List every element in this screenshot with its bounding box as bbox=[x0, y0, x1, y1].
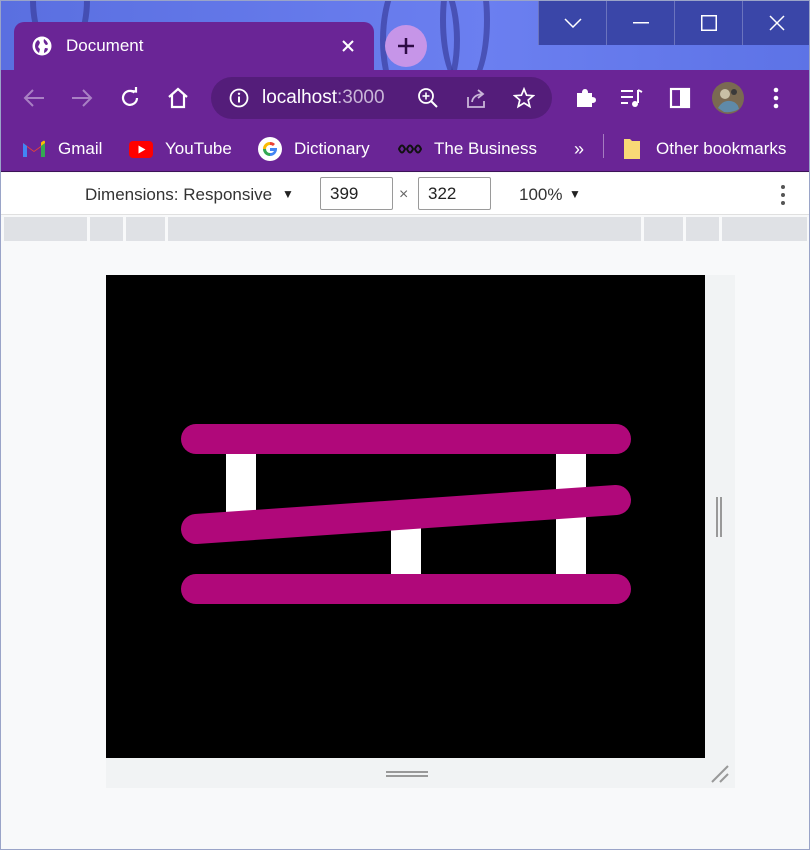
media-query-divider bbox=[683, 217, 686, 241]
profile-avatar[interactable] bbox=[712, 82, 744, 114]
page-viewport bbox=[106, 275, 705, 758]
bookmark-label: The Business bbox=[434, 139, 537, 158]
url-port: :3000 bbox=[337, 87, 385, 108]
bookmark-label: Gmail bbox=[58, 139, 103, 158]
more-vertical-icon bbox=[773, 87, 779, 109]
google-icon bbox=[258, 137, 282, 161]
info-icon[interactable] bbox=[229, 88, 249, 108]
media-query-divider bbox=[87, 217, 90, 241]
bookmark-the-business[interactable]: The Business bbox=[398, 136, 537, 162]
window-controls bbox=[538, 0, 810, 45]
close-window-button[interactable] bbox=[742, 0, 810, 45]
tab-search-button[interactable] bbox=[538, 0, 606, 45]
minimize-button[interactable] bbox=[606, 0, 674, 45]
wallpaper-decoration bbox=[440, 0, 490, 70]
forward-button[interactable] bbox=[68, 84, 96, 112]
caret-down-icon[interactable]: ▼ bbox=[569, 187, 581, 201]
dimension-separator: × bbox=[399, 186, 409, 203]
extensions-button[interactable] bbox=[571, 84, 599, 112]
media-query-divider bbox=[165, 217, 168, 241]
back-button[interactable] bbox=[20, 84, 48, 112]
media-query-divider bbox=[719, 217, 722, 241]
height-input[interactable] bbox=[418, 177, 491, 210]
resize-corner-handle[interactable] bbox=[709, 763, 729, 783]
bookmark-label: Dictionary bbox=[294, 139, 370, 158]
close-icon bbox=[768, 14, 785, 31]
star-icon[interactable] bbox=[513, 87, 535, 109]
minimize-icon bbox=[632, 21, 649, 23]
browser-menu-button[interactable] bbox=[762, 84, 790, 112]
media-query-divider bbox=[641, 217, 644, 241]
share-icon[interactable] bbox=[465, 87, 487, 109]
dimensions-select[interactable]: Dimensions: Responsive bbox=[85, 185, 272, 205]
address-bar[interactable]: localhost:3000 bbox=[211, 77, 552, 119]
browser-tab[interactable]: Document bbox=[14, 22, 374, 70]
url-text[interactable]: localhost:3000 bbox=[262, 87, 385, 109]
home-icon bbox=[168, 87, 188, 109]
url-host: localhost bbox=[262, 87, 337, 108]
abc-icon bbox=[398, 137, 422, 161]
side-panel-icon bbox=[669, 87, 691, 109]
bookmark-gmail[interactable]: Gmail bbox=[22, 136, 102, 162]
browser-toolbar: localhost:3000 bbox=[0, 70, 810, 126]
avatar-icon bbox=[712, 82, 744, 114]
bookmark-label: YouTube bbox=[165, 139, 232, 158]
bookmark-dictionary[interactable]: Dictionary bbox=[258, 136, 370, 162]
arrow-right-icon bbox=[72, 89, 93, 107]
gmail-icon bbox=[22, 137, 46, 161]
maximize-button[interactable] bbox=[674, 0, 742, 45]
home-button[interactable] bbox=[164, 84, 192, 112]
reload-button[interactable] bbox=[116, 84, 144, 112]
page-artwork bbox=[181, 424, 631, 604]
globe-icon bbox=[32, 36, 52, 56]
youtube-icon bbox=[129, 137, 153, 161]
resize-handle-bottom[interactable] bbox=[386, 769, 428, 779]
side-panel-button[interactable] bbox=[666, 84, 694, 112]
chevron-down-icon bbox=[563, 17, 582, 28]
device-toolbar: Dimensions: Responsive ▼ × 100% ▼ bbox=[0, 173, 810, 215]
zoom-icon[interactable] bbox=[417, 87, 439, 109]
puzzle-icon bbox=[577, 89, 596, 107]
bookmarks-overflow-button[interactable]: » bbox=[574, 136, 584, 162]
arrow-left-icon bbox=[23, 89, 44, 107]
bookmark-youtube[interactable]: YouTube bbox=[129, 136, 232, 162]
zoom-select[interactable]: 100% bbox=[519, 185, 562, 205]
other-bookmarks-folder[interactable]: Other bookmarks bbox=[620, 136, 786, 162]
maximize-icon bbox=[700, 14, 717, 31]
media-controls-button[interactable] bbox=[617, 84, 645, 112]
reload-icon bbox=[121, 87, 139, 106]
resize-handle-right[interactable] bbox=[714, 497, 724, 537]
width-input[interactable] bbox=[320, 177, 393, 210]
media-query-divider bbox=[123, 217, 126, 241]
media-query-bar[interactable] bbox=[4, 217, 807, 241]
bookmarks-divider bbox=[603, 134, 604, 158]
white-post bbox=[226, 445, 256, 520]
plus-icon bbox=[398, 38, 414, 54]
other-bookmarks-label: Other bookmarks bbox=[656, 139, 787, 158]
new-tab-button[interactable] bbox=[385, 25, 427, 67]
tab-close-button[interactable] bbox=[336, 34, 360, 58]
tab-title: Document bbox=[66, 36, 144, 55]
overflow-chevron: » bbox=[574, 138, 585, 159]
close-icon bbox=[342, 40, 354, 52]
caret-down-icon[interactable]: ▼ bbox=[282, 187, 294, 201]
playlist-icon bbox=[621, 89, 643, 107]
bookmarks-bar: Gmail YouTube Dictionary The Business » … bbox=[0, 126, 810, 172]
folder-icon bbox=[620, 137, 644, 161]
magenta-bar-diagonal bbox=[181, 485, 631, 544]
more-vertical-icon[interactable] bbox=[772, 183, 794, 207]
